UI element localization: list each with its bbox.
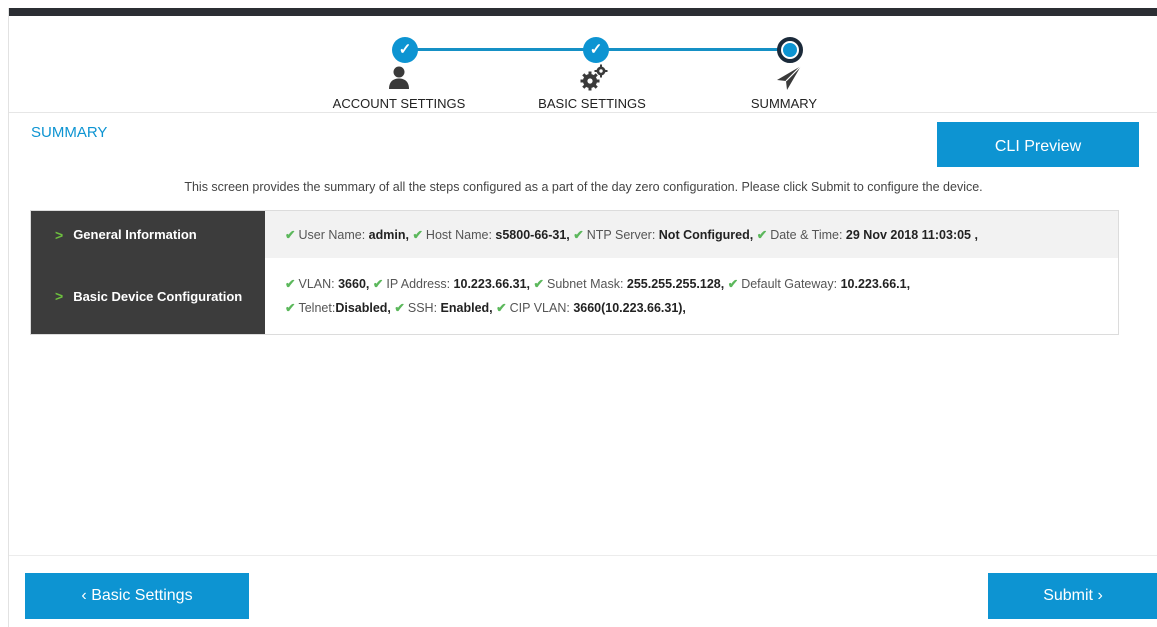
table-row: > General Information ✔ User Name: admin,… [31, 211, 1118, 258]
detail-label: Date & Time: [770, 228, 843, 242]
detail-value: Enabled, [440, 301, 493, 315]
step-2-complete-indicator[interactable]: ✓ [583, 37, 609, 63]
chevron-right-icon: > [55, 288, 64, 304]
detail-label: Subnet Mask: [546, 277, 624, 291]
detail-label: User Name: [298, 228, 366, 242]
step-label-basic-settings[interactable]: BASIC SETTINGS [538, 96, 646, 111]
detail-label: VLAN: [298, 277, 335, 291]
table-row: > Basic Device Configuration ✔ VLAN: 3660… [31, 258, 1118, 334]
check-icon: ✔ [412, 228, 423, 242]
summary-table: > General Information ✔ User Name: admin,… [30, 210, 1119, 335]
detail-line: ✔ Telnet:Disabled, ✔ SSH: Enabled, ✔ CIP VL… [285, 296, 686, 320]
check-icon: ✔ [285, 301, 296, 315]
step-label-account-settings[interactable]: ACCOUNT SETTINGS [333, 96, 466, 111]
detail-label: Telnet: [298, 301, 336, 315]
row-details: ✔ User Name: admin, ✔ Host Name: s5800-66-… [265, 211, 1118, 258]
step-label-summary[interactable]: SUMMARY [751, 96, 817, 111]
row-header-general-information[interactable]: > General Information [31, 211, 265, 258]
check-icon: ✔ [285, 277, 296, 291]
check-icon: ✔ [394, 301, 405, 315]
detail-value: s5800-66-31, [495, 228, 570, 242]
check-icon: ✔ [372, 277, 384, 291]
detail-line: ✔ User Name: admin, ✔ Host Name: s5800-66-… [285, 227, 978, 242]
wizard-frame: ✓ ACCOUNT SETTINGS ✓ BASIC SETTINGS SUMM… [8, 8, 1157, 627]
cli-preview-button[interactable]: CLI Preview [937, 122, 1139, 167]
check-icon: ✔ [496, 301, 507, 315]
step-connector [405, 48, 595, 51]
check-icon: ✔ [285, 228, 296, 242]
detail-label: Default Gateway: [741, 277, 838, 291]
detail-label: SSH: [407, 301, 438, 315]
user-icon [389, 66, 409, 89]
row-header-label: General Information [73, 227, 197, 242]
detail-label: NTP Server: [586, 228, 656, 242]
check-icon: ✔ [573, 228, 584, 242]
detail-value: Disabled, [335, 301, 391, 315]
row-header-label: Basic Device Configuration [73, 288, 243, 304]
wizard-stepper: ✓ ACCOUNT SETTINGS ✓ BASIC SETTINGS SUMM… [9, 16, 1157, 113]
back-basic-settings-button[interactable]: ‹ Basic Settings [25, 573, 249, 619]
detail-label: IP Address: [386, 277, 451, 291]
footer-divider [9, 555, 1157, 556]
check-icon: ✓ [398, 41, 412, 58]
row-header-basic-device-configuration[interactable]: > Basic Device Configuration [31, 258, 265, 334]
detail-value: 10.223.66.1, [840, 277, 911, 291]
paper-plane-icon [777, 65, 802, 90]
detail-value: admin, [368, 228, 409, 242]
detail-value: 10.223.66.31, [453, 277, 531, 291]
check-icon: ✔ [727, 277, 739, 291]
check-icon: ✓ [589, 41, 603, 58]
detail-value: 3660, [338, 277, 370, 291]
row-details: ✔ VLAN: 3660, ✔ IP Address: 10.223.66.31, … [265, 258, 1118, 334]
gears-icon [580, 64, 608, 91]
page-title: SUMMARY [31, 124, 108, 141]
check-icon: ✔ [756, 228, 768, 242]
detail-label: Host Name: [425, 228, 492, 242]
chevron-right-icon: > [55, 226, 64, 243]
step-3-current-indicator[interactable] [777, 37, 803, 63]
top-bar [9, 8, 1157, 16]
detail-value: 3660(10.223.66.31), [573, 301, 686, 315]
detail-value: Not Configured, [658, 228, 754, 242]
detail-value: 29 Nov 2018 11:03:05 , [845, 228, 978, 242]
detail-line: ✔ VLAN: 3660, ✔ IP Address: 10.223.66.31, … [285, 272, 910, 296]
detail-label: CIP VLAN: [509, 301, 570, 315]
summary-description: This screen provides the summary of all … [184, 180, 983, 194]
step-connector [595, 48, 787, 51]
detail-value: 255.255.255.128, [626, 277, 725, 291]
step-1-complete-indicator[interactable]: ✓ [392, 37, 418, 63]
submit-button[interactable]: Submit › [988, 573, 1157, 619]
check-icon: ✔ [533, 277, 544, 291]
